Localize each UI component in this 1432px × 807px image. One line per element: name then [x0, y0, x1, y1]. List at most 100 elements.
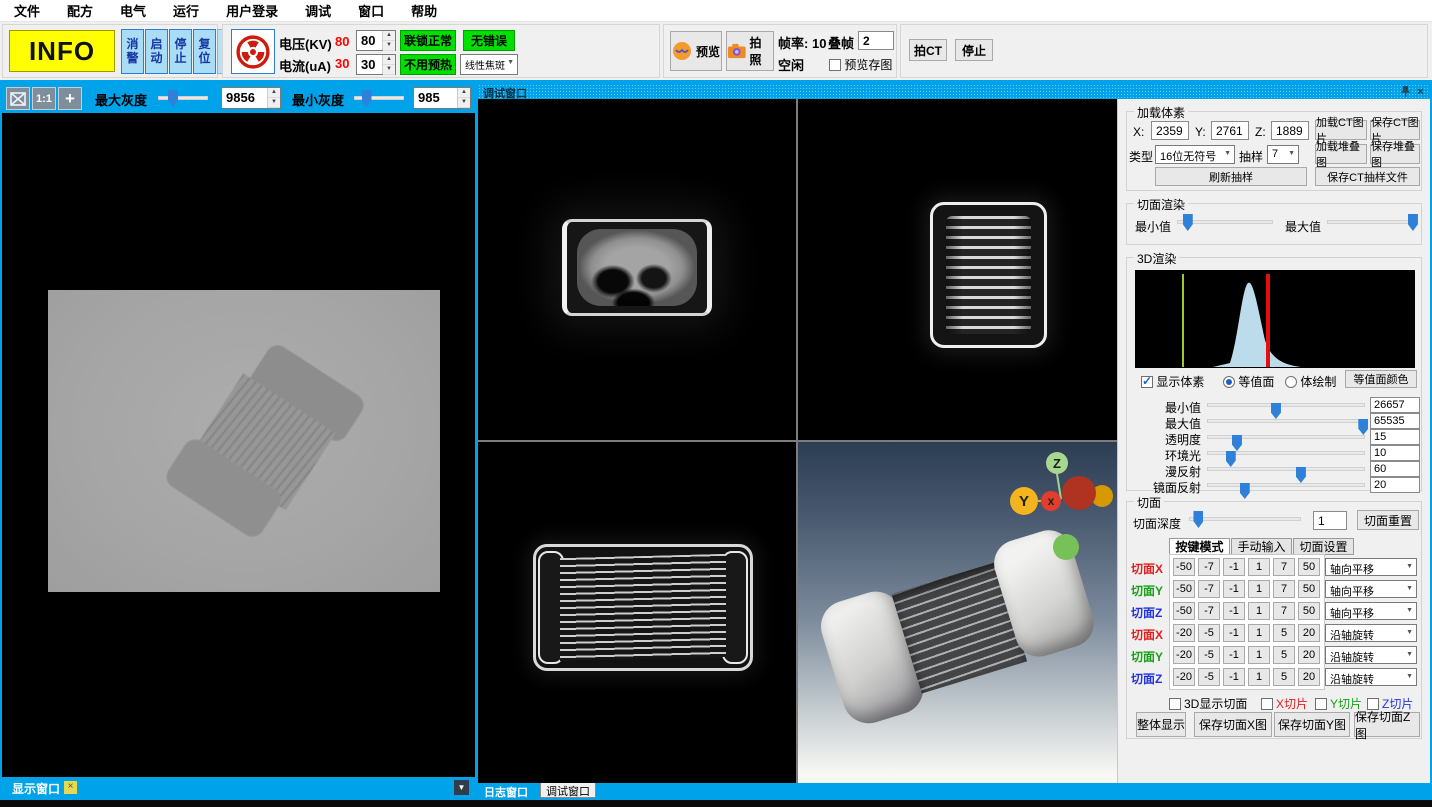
min-gray-arrows[interactable]: ▲▼	[457, 88, 470, 108]
slice-row-4-step-0[interactable]: -20	[1173, 646, 1195, 664]
xray-live-image-view[interactable]	[2, 113, 475, 777]
voxel-z-input[interactable]: 1889	[1271, 121, 1309, 140]
ct-stop-button[interactable]: 停止	[955, 39, 993, 61]
slice-row-5-step-2[interactable]: -1	[1223, 668, 1245, 686]
slice-row-mode-0[interactable]: 轴向平移	[1325, 558, 1417, 576]
slice-row-1-step-3[interactable]: 1	[1248, 580, 1270, 598]
slice-row-0-step-0[interactable]: -50	[1173, 558, 1195, 576]
slice-row-1-step-0[interactable]: -50	[1173, 580, 1195, 598]
close-icon[interactable]: ×	[1414, 85, 1427, 98]
ct-slice-side-view[interactable]	[798, 99, 1117, 440]
slice-row-3-step-2[interactable]: -1	[1223, 624, 1245, 642]
min-gray-slider[interactable]	[354, 90, 404, 107]
slice-tab-2[interactable]: 切面设置	[1293, 538, 1354, 555]
slice-row-3-step-5[interactable]: 20	[1298, 624, 1320, 642]
volume-3d-view[interactable]: Z Y x	[798, 442, 1117, 783]
slice-save-button-2[interactable]: 保存切面Y图	[1274, 712, 1350, 737]
panel-dropdown-button[interactable]: ▼	[454, 780, 469, 795]
volume-render-radio[interactable]	[1285, 376, 1297, 388]
voxel-type-dropdown[interactable]: 16位无符号	[1155, 145, 1235, 164]
sample-dropdown[interactable]: 7	[1267, 145, 1299, 164]
slice-row-3-step-4[interactable]: 5	[1273, 624, 1295, 642]
axis-z-handle[interactable]: Z	[1046, 452, 1068, 474]
slice-row-mode-2[interactable]: 轴向平移	[1325, 602, 1417, 620]
slice-row-5-step-1[interactable]: -5	[1198, 668, 1220, 686]
slice-row-4-step-1[interactable]: -5	[1198, 646, 1220, 664]
slice-checkbox-0[interactable]	[1169, 698, 1181, 710]
render3d-slider-0[interactable]	[1207, 403, 1365, 407]
slice-row-1-step-4[interactable]: 7	[1273, 580, 1295, 598]
slice-row-5-step-0[interactable]: -20	[1173, 668, 1195, 686]
save-preview-checkbox[interactable]	[829, 59, 841, 71]
render3d-slider-value-0[interactable]: 26657	[1370, 397, 1420, 413]
slice-row-3-step-0[interactable]: -20	[1173, 624, 1195, 642]
slice-row-2-step-1[interactable]: -7	[1198, 602, 1220, 620]
slice-row-5-step-4[interactable]: 5	[1273, 668, 1295, 686]
ct-slice-front-view[interactable]	[478, 442, 796, 783]
slice-row-2-step-2[interactable]: -1	[1223, 602, 1245, 620]
slice-row-1-step-1[interactable]: -7	[1198, 580, 1220, 598]
snapshot-button[interactable]: 拍照	[726, 31, 774, 71]
tab-debug-window[interactable]: 调试窗口	[540, 783, 596, 798]
slice-row-4-step-3[interactable]: 1	[1248, 646, 1270, 664]
slice-row-0-step-1[interactable]: -7	[1198, 558, 1220, 576]
slice-row-1-step-2[interactable]: -1	[1223, 580, 1245, 598]
slice-tab-1[interactable]: 手动输入	[1231, 538, 1292, 555]
menu-item-3[interactable]: 运行	[173, 1, 199, 20]
menu-item-6[interactable]: 窗口	[358, 1, 384, 20]
load-stack-button[interactable]: 加载堆叠图	[1315, 144, 1367, 164]
show-voxel-check-row[interactable]: 显示体素	[1141, 373, 1204, 390]
iso-color-button[interactable]: 等值面颜色	[1345, 370, 1417, 388]
slice-row-mode-3[interactable]: 沿轴旋转	[1325, 624, 1417, 642]
slice-check-1[interactable]: X切片	[1261, 695, 1308, 712]
menu-item-4[interactable]: 用户登录	[226, 1, 278, 20]
render3d-slider-value-5[interactable]: 20	[1370, 477, 1420, 493]
menu-item-2[interactable]: 电气	[120, 1, 146, 20]
slice-row-0-step-4[interactable]: 7	[1273, 558, 1295, 576]
one-to-one-button[interactable]: 1:1	[32, 87, 56, 110]
render3d-slider-4[interactable]	[1207, 467, 1365, 471]
slice-checkbox-2[interactable]	[1315, 698, 1327, 710]
voltage-spinner[interactable]: 80 ▲▼	[356, 30, 396, 51]
render3d-slider-thumb-5[interactable]	[1240, 483, 1250, 499]
render3d-slider-1[interactable]	[1207, 419, 1365, 423]
gizmo-green-dot[interactable]	[1053, 534, 1079, 560]
fit-view-button[interactable]	[6, 87, 30, 110]
save-preview-checkbox-row[interactable]: 预览存图	[829, 56, 892, 73]
render3d-slider-value-4[interactable]: 60	[1370, 461, 1420, 477]
slice-render-max-slider[interactable]	[1327, 214, 1415, 231]
slice-checkbox-1[interactable]	[1261, 698, 1273, 710]
slice-depth-input[interactable]: 1	[1313, 511, 1347, 530]
slice-row-2-step-4[interactable]: 7	[1273, 602, 1295, 620]
display-window-tab[interactable]: 显示窗口	[12, 780, 60, 797]
preview-button[interactable]: 预览	[670, 31, 722, 71]
slice-row-5-step-3[interactable]: 1	[1248, 668, 1270, 686]
pin-icon[interactable]	[1399, 85, 1412, 98]
slice-row-3-step-3[interactable]: 1	[1248, 624, 1270, 642]
max-gray-arrows[interactable]: ▲▼	[267, 88, 280, 108]
volume-radio-row[interactable]: 体绘制	[1285, 373, 1336, 390]
tab-close-icon[interactable]: ×	[64, 781, 77, 794]
slice-render-min-slider[interactable]	[1177, 214, 1273, 231]
load-ct-images-button[interactable]: 加载CT图片	[1315, 120, 1367, 140]
menu-item-5[interactable]: 调试	[305, 1, 331, 20]
xray-source-button[interactable]	[231, 29, 275, 74]
shoot-ct-button[interactable]: 拍CT	[909, 39, 947, 61]
axis-y-handle[interactable]: Y	[1010, 487, 1038, 515]
focus-mode-dropdown[interactable]: 线性焦斑	[460, 54, 518, 75]
render3d-slider-value-2[interactable]: 15	[1370, 429, 1420, 445]
slice-save-button-1[interactable]: 保存切面X图	[1194, 712, 1272, 737]
mute-button[interactable]: 消警	[121, 29, 144, 74]
slice-depth-slider[interactable]	[1189, 511, 1301, 528]
current-spinner[interactable]: 30 ▲▼	[356, 54, 396, 75]
voxel-y-input[interactable]: 2761	[1211, 121, 1249, 140]
slice-check-0[interactable]: 3D显示切面	[1169, 695, 1247, 712]
crosshair-button[interactable]: +	[58, 87, 82, 110]
menu-item-0[interactable]: 文件	[14, 1, 40, 20]
render3d-slider-value-3[interactable]: 10	[1370, 445, 1420, 461]
start-button[interactable]: 启动	[145, 29, 168, 74]
gray-histogram[interactable]	[1135, 270, 1415, 368]
slice-row-4-step-2[interactable]: -1	[1223, 646, 1245, 664]
reset-button[interactable]: 复位	[193, 29, 216, 74]
slice-row-mode-1[interactable]: 轴向平移	[1325, 580, 1417, 598]
